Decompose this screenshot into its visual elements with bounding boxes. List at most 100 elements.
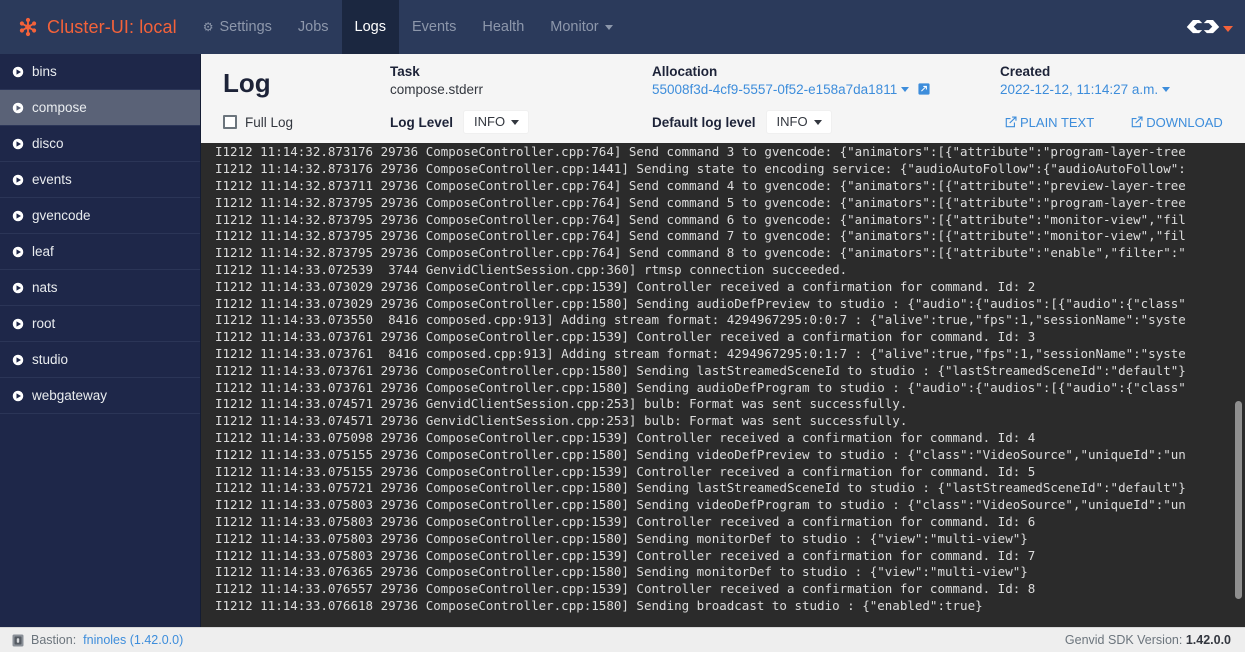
external-link-icon[interactable] [918,83,930,95]
log-line: I1212 11:14:33.073761 29736 ComposeContr… [215,329,1036,345]
log-header-row-1: Log Task compose.stderr Allocation 55008… [201,60,1245,99]
plain-text-button[interactable]: PLAIN TEXT [1000,115,1094,130]
cluster-ui-app: Cluster-UI: local ⚙ Settings Jobs Logs E… [0,0,1245,652]
chevron-down-icon [813,119,822,125]
log-line: I1212 11:14:32.873711 29736 ComposeContr… [215,178,1186,194]
sidebar-item-bins[interactable]: bins [0,54,200,90]
log-line: I1212 11:14:33.073761 8416 composed.cpp:… [215,346,1186,362]
nav-item-logs[interactable]: Logs [341,0,399,54]
log-header-row-2: Full Log Log Level INFO Default log leve… [201,99,1245,143]
sidebar-item-root[interactable]: root [0,306,200,342]
sidebar-item-label: events [32,172,72,187]
genvid-logo-icon [1186,20,1220,34]
nav-item-jobs[interactable]: Jobs [285,0,342,54]
nav-items: ⚙ Settings Jobs Logs Events Health Monit… [191,0,626,54]
sidebar-item-label: gvencode [32,208,91,223]
play-circle-icon [12,66,24,77]
page-title: Log [223,68,271,98]
chevron-down-icon[interactable] [1162,87,1171,92]
play-circle-icon [12,138,24,149]
log-actions: PLAIN TEXT DOWNLOAD [1000,115,1245,130]
play-circle-icon [12,246,24,257]
play-circle-icon [12,318,24,329]
brand-title: Cluster-UI: local [47,16,177,37]
download-label: DOWNLOAD [1146,114,1223,130]
nav-item-events[interactable]: Events [399,0,469,54]
play-circle-icon [12,354,24,365]
full-log-checkbox[interactable] [223,115,237,130]
log-console-wrap: I1212 11:14:32.873176 29736 ComposeContr… [201,143,1245,627]
sidebar-item-label: nats [32,280,58,295]
log-line: I1212 11:14:33.075803 29736 ComposeContr… [215,547,1036,563]
chevron-down-icon[interactable] [901,87,910,92]
log-line: I1212 11:14:33.075155 29736 ComposeContr… [215,446,1186,462]
log-line: I1212 11:14:33.076557 29736 ComposeContr… [215,581,1036,597]
play-circle-icon [12,174,24,185]
default-log-level-label: Default log level [652,114,756,130]
log-line: I1212 11:14:33.075803 29736 ComposeContr… [215,514,1036,530]
navbar-spacer [626,0,1186,54]
sidebar-item-studio[interactable]: studio [0,342,200,378]
allocation-col: Allocation 55008f3d-4cf9-5557-0f52-e158a… [652,60,1000,97]
nav-item-health[interactable]: Health [469,0,537,54]
brand-link[interactable]: Cluster-UI: local [0,0,191,54]
sidebar-item-disco[interactable]: disco [0,126,200,162]
sidebar: bins compose disco events gvencode leaf [0,54,201,627]
plain-text-label: PLAIN TEXT [1020,114,1095,130]
sidebar-item-webgateway[interactable]: webgateway [0,378,200,414]
asterisk-logo-icon [19,17,37,37]
nav-item-monitor[interactable]: Monitor [537,0,625,54]
log-scrollbar-thumb[interactable] [1235,401,1242,600]
created-value[interactable]: 2022-12-12, 11:14:27 a.m. [1000,82,1158,97]
gear-icon: ⚙ [202,20,214,34]
play-circle-icon [12,282,24,293]
page-title-col: Log [215,60,390,99]
log-line: I1212 11:14:33.073761 29736 ComposeContr… [215,379,1186,395]
sidebar-item-label: leaf [32,244,54,259]
log-line: I1212 11:14:33.076618 29736 ComposeContr… [215,598,983,613]
default-log-level-group: Default log level INFO [652,110,1000,135]
log-line: I1212 11:14:33.075098 29736 ComposeContr… [215,430,1036,446]
full-log-label: Full Log [245,114,294,130]
sidebar-item-label: compose [32,100,87,115]
log-line: I1212 11:14:33.072539 3744 GenvidClientS… [215,262,848,278]
log-line: I1212 11:14:33.075803 29736 ComposeContr… [215,497,1186,513]
sidebar-item-gvencode[interactable]: gvencode [0,198,200,234]
log-level-value: INFO [474,114,506,130]
full-log-toggle[interactable]: Full Log [215,115,390,130]
sidebar-item-compose[interactable]: compose [0,90,200,126]
bastion-value[interactable]: fninoles (1.42.0.0) [83,633,183,647]
log-level-label: Log Level [390,114,454,130]
play-circle-icon [12,102,24,113]
log-line: I1212 11:14:33.073029 29736 ComposeContr… [215,295,1186,311]
log-scrollbar-track[interactable] [1230,143,1245,627]
log-line: I1212 11:14:33.073550 8416 composed.cpp:… [215,312,1186,328]
sidebar-item-nats[interactable]: nats [0,270,200,306]
log-header: Log Task compose.stderr Allocation 55008… [201,54,1245,144]
sidebar-item-leaf[interactable]: leaf [0,234,200,270]
log-level-group: Log Level INFO [390,110,652,135]
nav-item-monitor-label: Monitor [550,19,599,35]
log-line: I1212 11:14:32.873176 29736 ComposeContr… [215,161,1186,177]
allocation-id-link[interactable]: 55008f3d-4cf9-5557-0f52-e158a7da1811 [652,82,897,97]
server-icon [12,634,24,646]
log-console[interactable]: I1212 11:14:32.873176 29736 ComposeContr… [201,143,1245,627]
genvid-menu-button[interactable] [1186,0,1245,54]
body-wrap: bins compose disco events gvencode leaf [0,54,1245,627]
download-button[interactable]: DOWNLOAD [1126,115,1223,130]
sidebar-item-label: root [32,316,56,331]
created-col: Created 2022-12-12, 11:14:27 a.m. [1000,60,1233,97]
nav-item-settings[interactable]: ⚙ Settings [191,0,285,54]
sidebar-item-label: studio [32,352,69,367]
sidebar-item-events[interactable]: events [0,162,200,198]
status-bar: Bastion: fninoles (1.42.0.0) Genvid SDK … [0,627,1245,652]
bastion-label: Bastion: [31,633,77,647]
default-log-level-select[interactable]: INFO [765,110,832,135]
created-label: Created [1000,64,1051,79]
log-line: I1212 11:14:32.873795 29736 ComposeContr… [215,228,1186,244]
created-value-row: 2022-12-12, 11:14:27 a.m. [1000,82,1233,97]
bastion-status: Bastion: fninoles (1.42.0.0) [12,633,183,647]
log-level-select[interactable]: INFO [463,110,530,135]
task-label: Task [390,64,420,79]
default-log-level-value: INFO [776,114,808,130]
